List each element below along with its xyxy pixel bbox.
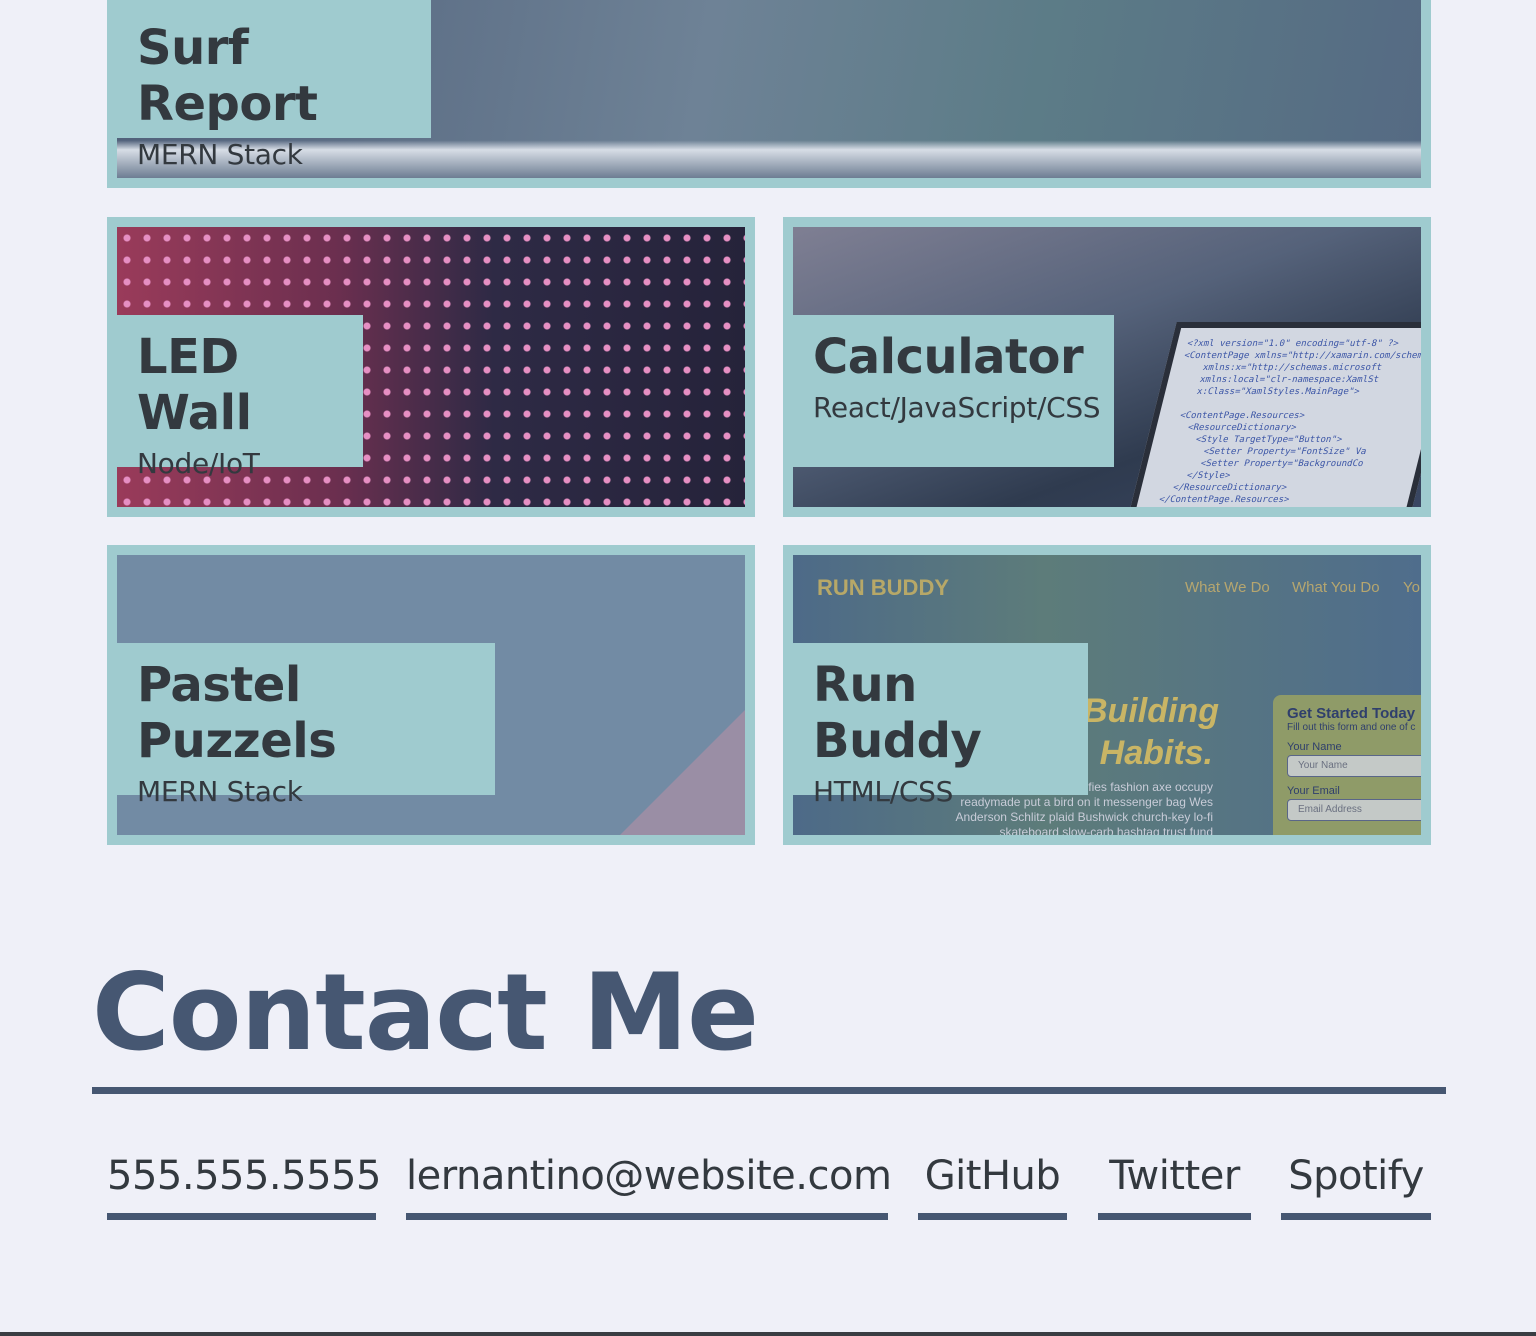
contact-link-github[interactable]: GitHub xyxy=(918,1150,1067,1220)
project-tech: HTML/CSS xyxy=(813,775,954,808)
run-buddy-nav-item: What You Do xyxy=(1292,579,1380,596)
project-label: Calculator React/JavaScript/CSS xyxy=(793,315,1114,467)
project-card-surf-report[interactable]: Surf Report MERN Stack xyxy=(107,0,1431,188)
project-title: LED Wall xyxy=(137,329,252,441)
project-title: Surf Report xyxy=(137,20,318,132)
contact-link-spotify[interactable]: Spotify xyxy=(1281,1150,1431,1220)
run-buddy-name-field: Your Name xyxy=(1287,755,1421,777)
contact-link-email[interactable]: lernantino@website.com xyxy=(406,1150,892,1220)
run-buddy-logo: RUN BUDDY xyxy=(817,575,949,600)
project-card-calculator[interactable]: <?xml version="1.0" encoding="utf-8" ?> … xyxy=(783,217,1431,517)
project-card-run-buddy[interactable]: RUN BUDDY What We Do What You Do Yo Buil… xyxy=(783,545,1431,845)
pastel-triangle-decoration xyxy=(620,710,745,835)
project-tech: React/JavaScript/CSS xyxy=(813,391,1101,424)
project-title: Pastel Puzzels xyxy=(137,657,337,769)
run-buddy-hero-line: Building xyxy=(1083,692,1219,730)
project-label: Run Buddy HTML/CSS xyxy=(793,643,1088,808)
run-buddy-form-title: Get Started Today xyxy=(1287,705,1416,722)
project-card-pastel-puzzels[interactable]: Pastel Puzzels MERN Stack xyxy=(107,545,755,845)
run-buddy-name-label: Your Name xyxy=(1287,741,1342,753)
run-buddy-nav-item: Yo xyxy=(1403,579,1420,596)
project-title: Calculator xyxy=(813,329,1084,385)
run-buddy-email-field: Email Address xyxy=(1287,799,1421,821)
run-buddy-form-subtitle: Fill out this form and one of c xyxy=(1287,722,1416,733)
run-buddy-hero-line: Habits. xyxy=(1099,734,1213,772)
run-buddy-email-label: Your Email xyxy=(1287,785,1340,797)
project-title: Run Buddy xyxy=(813,657,982,769)
project-label: Pastel Puzzels MERN Stack xyxy=(117,643,495,808)
run-buddy-hero: Building Habits. xyxy=(1083,690,1219,774)
project-card-led-wall[interactable]: LED Wall Node/IoT xyxy=(107,217,755,517)
contact-link-twitter[interactable]: Twitter xyxy=(1098,1150,1251,1220)
contact-divider xyxy=(92,1087,1446,1094)
project-tech: Node/IoT xyxy=(137,447,260,480)
project-label: LED Wall Node/IoT xyxy=(117,315,363,480)
project-label: Surf Report MERN Stack xyxy=(117,0,431,171)
code-snippet: <?xml version="1.0" encoding="utf-8" ?> … xyxy=(1157,339,1431,505)
project-tech: MERN Stack xyxy=(137,138,303,171)
project-tech: MERN Stack xyxy=(137,775,303,808)
page-bottom-edge xyxy=(0,1332,1536,1336)
run-buddy-nav-item: What We Do xyxy=(1185,579,1270,596)
run-buddy-form: Get Started Today Fill out this form and… xyxy=(1273,695,1421,835)
contact-link-phone[interactable]: 555.555.5555 xyxy=(107,1150,381,1220)
contact-heading: Contact Me xyxy=(92,951,759,1074)
